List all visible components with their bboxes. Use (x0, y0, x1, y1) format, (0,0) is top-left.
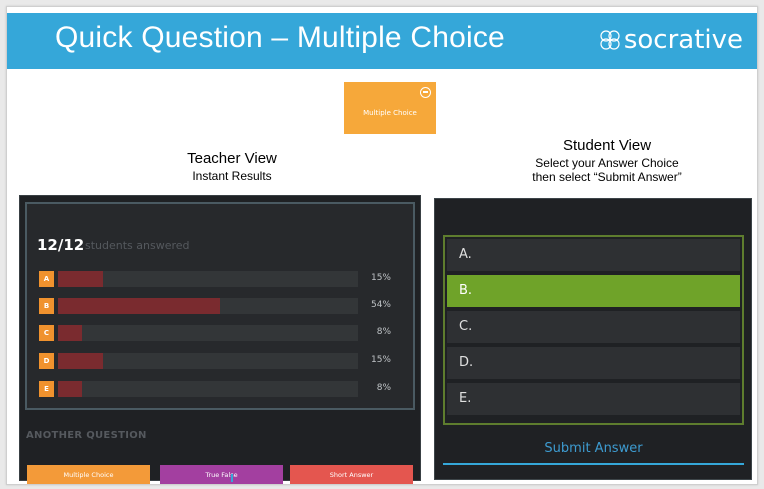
result-track (58, 353, 358, 369)
result-percent: 54% (370, 300, 391, 310)
minus-circle-icon[interactable] (420, 87, 431, 98)
student-view-title: Student View (562, 137, 652, 154)
result-letter: E (39, 381, 54, 397)
result-letter: B (39, 298, 54, 314)
choice-c[interactable]: C. (447, 311, 740, 343)
slide-title: Quick Question – Multiple Choice (55, 21, 505, 54)
result-percent: 15% (370, 273, 391, 283)
result-bar (58, 298, 220, 314)
multiple-choice-tile[interactable]: Multiple Choice (344, 82, 436, 134)
student-view-line1: Select your Answer Choice (535, 156, 679, 170)
true-false-button[interactable]: True False (160, 465, 283, 484)
pointer-arrow-icon (231, 474, 233, 482)
result-row-b: B 54% (39, 297, 391, 315)
multiple-choice-button[interactable]: Multiple Choice (27, 465, 150, 484)
submit-answer-button[interactable]: Submit Answer (443, 435, 744, 465)
result-letter: C (39, 325, 54, 341)
tile-label: Multiple Choice (363, 109, 417, 117)
result-row-e: E 8% (39, 380, 391, 398)
slide: Quick Question – Multiple Choice socrati… (6, 6, 758, 485)
result-row-a: A 15% (39, 270, 391, 288)
title-banner: Quick Question – Multiple Choice socrati… (7, 13, 757, 69)
result-letter: D (39, 353, 54, 369)
socrative-logo: socrative (598, 25, 743, 55)
teacher-view-title: Teacher View (187, 150, 277, 167)
choice-d[interactable]: D. (447, 347, 740, 379)
result-letter: A (39, 271, 54, 287)
result-row-d: D 15% (39, 352, 391, 370)
result-track (58, 325, 358, 341)
result-percent: 8% (376, 383, 391, 393)
result-bar (58, 325, 82, 341)
teacher-view-subtitle: Instant Results (192, 169, 272, 183)
teacher-heading: Teacher View Instant Results (147, 150, 317, 183)
choice-b[interactable]: B. (447, 275, 740, 307)
student-view-line2: then select “Submit Answer” (532, 170, 682, 184)
student-panel: A. B. C. D. E. Submit Answer (434, 198, 752, 480)
result-bar (58, 381, 82, 397)
choice-a[interactable]: A. (447, 239, 740, 271)
results-box: 12/12 students answered A 15% B 54% C 8%… (25, 202, 415, 410)
result-bar (58, 353, 103, 369)
result-track (58, 298, 358, 314)
result-row-c: C 8% (39, 324, 391, 342)
result-bar (58, 271, 103, 287)
result-track (58, 381, 358, 397)
result-percent: 8% (376, 327, 391, 337)
short-answer-button[interactable]: Short Answer (290, 465, 413, 484)
another-question-heading: ANOTHER QUESTION (26, 430, 147, 441)
answer-choices: A. B. C. D. E. (443, 235, 744, 425)
answered-count: 12/12 (37, 236, 85, 254)
student-heading: Student View Select your Answer Choice t… (482, 137, 732, 184)
socrative-logo-icon (600, 30, 620, 50)
brand-name: socrative (623, 25, 743, 55)
result-track (58, 271, 358, 287)
answered-label: students answered (85, 239, 190, 252)
result-percent: 15% (370, 355, 391, 365)
choice-e[interactable]: E. (447, 383, 740, 415)
teacher-panel: 12/12 students answered A 15% B 54% C 8%… (19, 195, 421, 484)
